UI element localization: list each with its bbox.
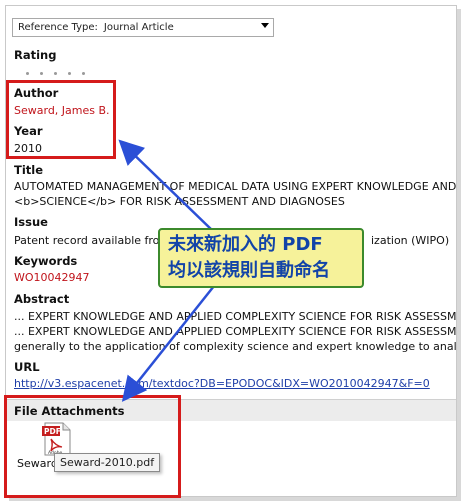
issue-label: Issue bbox=[14, 215, 48, 229]
reference-type-select[interactable]: Reference Type: Journal Article bbox=[12, 18, 274, 37]
author-year-highlight bbox=[6, 80, 116, 159]
url-label: URL bbox=[14, 360, 40, 374]
title-value-line2[interactable]: <b>SCIENCE</b> FOR RISK ASSESSMENT AND D… bbox=[14, 195, 345, 208]
abstract-value-line1[interactable]: ... EXPERT KNOWLEDGE AND APPLIED COMPLEX… bbox=[14, 310, 456, 323]
chevron-down-icon[interactable] bbox=[261, 23, 269, 28]
rating-star-icon[interactable] bbox=[54, 72, 57, 75]
annotation-line1: 未來新加入的 PDF bbox=[168, 234, 323, 255]
abstract-value-line2[interactable]: ... EXPERT KNOWLEDGE AND APPLIED COMPLEX… bbox=[14, 325, 456, 338]
reference-type-label: Reference Type: bbox=[18, 22, 98, 33]
keywords-label: Keywords bbox=[14, 254, 78, 268]
title-value-line1[interactable]: AUTOMATED MANAGEMENT OF MEDICAL DATA USI… bbox=[14, 180, 456, 193]
abstract-value-line3[interactable]: generally to the application of complexi… bbox=[14, 340, 456, 353]
reference-type-value: Journal Article bbox=[103, 22, 174, 33]
rating-star-icon[interactable] bbox=[40, 72, 43, 75]
rating-star-icon[interactable] bbox=[82, 72, 85, 75]
attachment-highlight bbox=[4, 395, 181, 498]
rating-star-icon[interactable] bbox=[26, 72, 29, 75]
keywords-value[interactable]: WO10042947 bbox=[14, 271, 90, 284]
rating-stars[interactable] bbox=[26, 72, 85, 75]
annotation-line2: 均以該規則自動命名 bbox=[168, 260, 330, 281]
issue-value-end[interactable]: ization (WIPO) bbox=[371, 234, 449, 247]
issue-value-start[interactable]: Patent record available from bbox=[14, 234, 170, 247]
url-link[interactable]: http://v3.espacenet.com/textdoc?DB=EPODO… bbox=[14, 377, 430, 390]
rating-star-icon[interactable] bbox=[68, 72, 71, 75]
annotation-callout: 未來新加入的 PDF 均以該規則自動命名 bbox=[158, 228, 364, 288]
title-label: Title bbox=[14, 163, 44, 177]
abstract-label: Abstract bbox=[14, 292, 70, 306]
rating-label: Rating bbox=[14, 48, 57, 62]
